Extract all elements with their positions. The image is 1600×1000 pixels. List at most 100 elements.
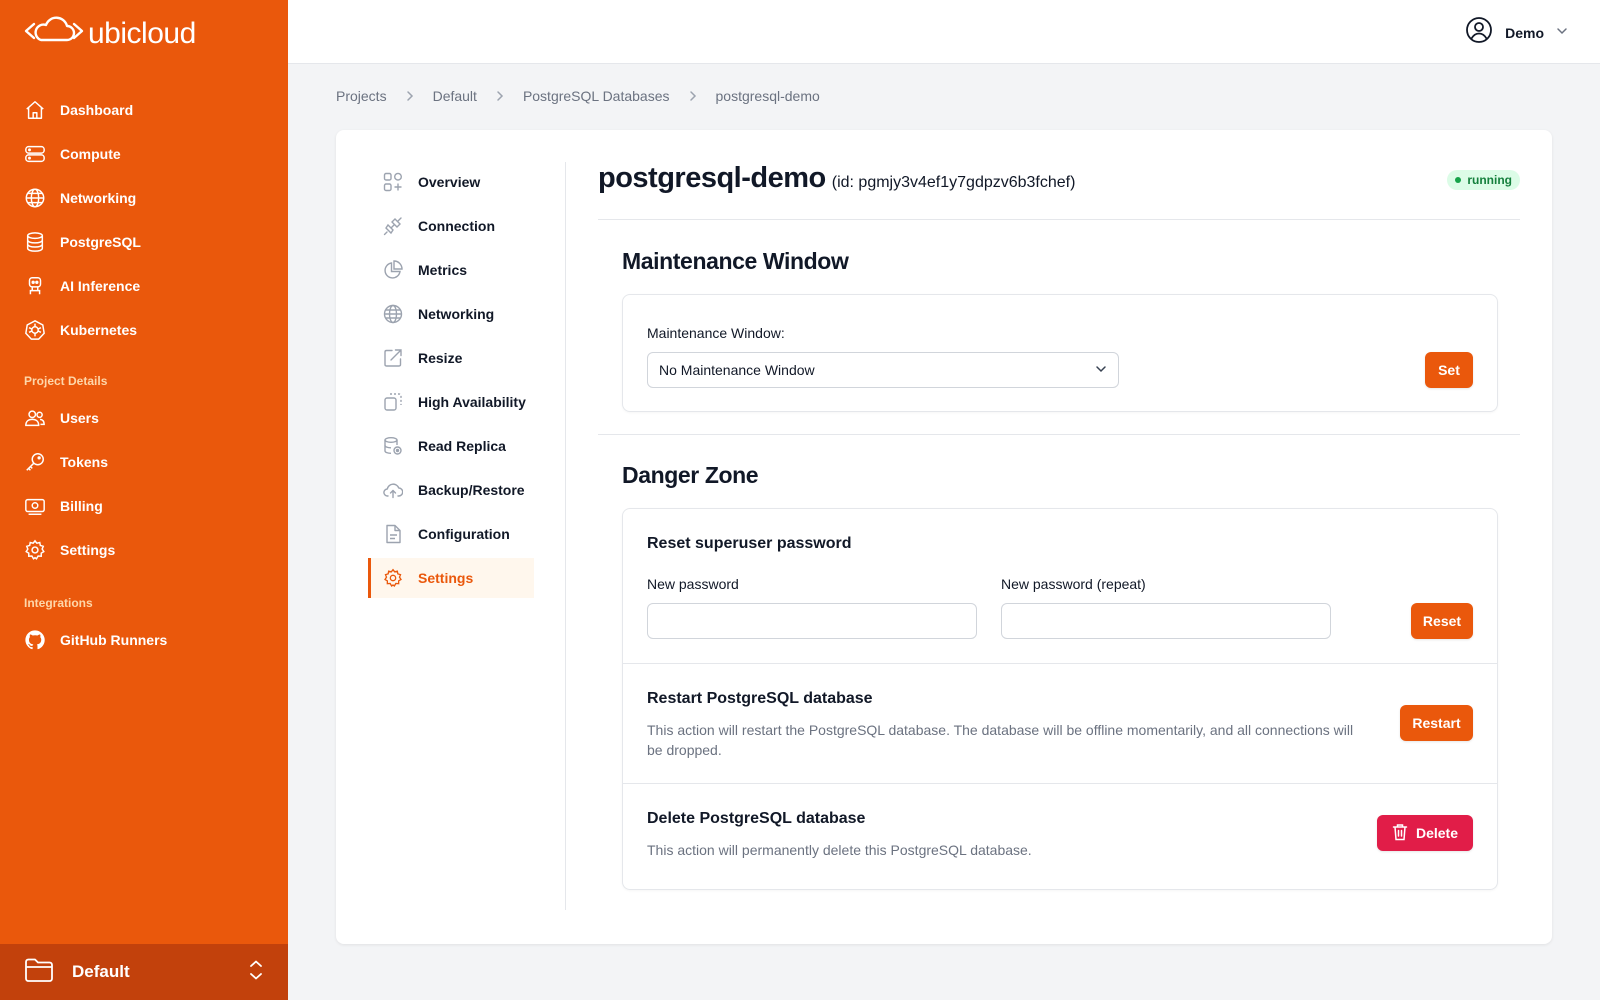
subnav-item-label: High Availability: [418, 394, 526, 410]
sidebar-item-label: AI Inference: [60, 278, 141, 294]
subnav-item-configuration[interactable]: Configuration: [368, 514, 534, 554]
resource-id: (id: pgmjy3v4ef1y7gdpzv6b3fchef): [831, 174, 1076, 191]
resize-icon: [382, 347, 404, 369]
chevron-down-icon: [1095, 362, 1107, 378]
maintenance-window-select[interactable]: No Maintenance Window: [647, 352, 1119, 388]
cloud-logo-icon: [24, 16, 84, 51]
user-avatar-icon: [1465, 16, 1493, 49]
read-replica-icon: [382, 435, 404, 457]
server-icon: [24, 143, 46, 165]
sidebar-item-github-runners[interactable]: GitHub Runners: [24, 618, 264, 662]
subnav-item-metrics[interactable]: Metrics: [368, 250, 534, 290]
maintenance-window-label: Maintenance Window:: [647, 325, 785, 341]
subnav-item-networking[interactable]: Networking: [368, 294, 534, 334]
restart-row: Restart PostgreSQL database This action …: [623, 664, 1497, 784]
breadcrumb-default[interactable]: Default: [433, 88, 477, 104]
subnav-item-label: Networking: [418, 306, 495, 322]
chevron-right-icon: [495, 90, 505, 102]
subnav-item-label: Read Replica: [418, 438, 506, 454]
resource-subnav: Overview Connection Metrics Networking R…: [368, 162, 566, 910]
sidebar-item-label: Kubernetes: [60, 322, 138, 338]
breadcrumb-postgresql-databases[interactable]: PostgreSQL Databases: [523, 88, 670, 104]
billing-icon: [24, 495, 46, 517]
chevron-up-down-icon: [248, 959, 264, 986]
pie-chart-icon: [382, 259, 404, 281]
gear-icon: [24, 539, 46, 561]
status-text: running: [1467, 173, 1512, 187]
gear-icon: [382, 567, 404, 589]
sidebar-item-label: Billing: [60, 498, 103, 514]
kubernetes-icon: [24, 319, 46, 341]
sidebar-item-tokens[interactable]: Tokens: [24, 440, 264, 484]
sidebar: ubicloud Dashboard Compute Networking Po…: [0, 0, 288, 1000]
subnav-item-backup-restore[interactable]: Backup/Restore: [368, 470, 534, 510]
subnav-item-resize[interactable]: Resize: [368, 338, 534, 378]
subnav-item-high-availability[interactable]: High Availability: [368, 382, 534, 422]
new-password-label: New password: [647, 576, 739, 592]
sidebar-item-billing[interactable]: Billing: [24, 484, 264, 528]
status-dot-icon: [1455, 177, 1462, 183]
sidebar-item-ai-inference[interactable]: AI Inference: [24, 264, 264, 308]
maintenance-window-selected: No Maintenance Window: [659, 362, 815, 378]
home-icon: [24, 99, 46, 121]
maintenance-window-heading: Maintenance Window: [622, 248, 849, 274]
restart-button[interactable]: Restart: [1400, 705, 1473, 741]
document-icon: [382, 523, 404, 545]
set-button[interactable]: Set: [1425, 352, 1473, 388]
sidebar-item-dashboard[interactable]: Dashboard: [24, 88, 264, 132]
integrations-heading: Integrations: [24, 596, 93, 610]
globe-icon: [24, 187, 46, 209]
sidebar-item-networking[interactable]: Networking: [24, 176, 264, 220]
user-name: Demo: [1505, 24, 1544, 41]
chevron-down-icon: [1556, 24, 1568, 42]
new-password-input[interactable]: [647, 603, 977, 639]
project-switcher[interactable]: Default: [0, 944, 288, 1000]
section-divider: [598, 434, 1520, 435]
sidebar-nav: Dashboard Compute Networking PostgreSQL …: [24, 88, 264, 662]
subnav-item-label: Resize: [418, 350, 463, 366]
sidebar-item-label: Networking: [60, 190, 137, 206]
subnav-item-label: Configuration: [418, 526, 510, 542]
breadcrumb-projects[interactable]: Projects: [336, 88, 387, 104]
trash-icon: [1392, 823, 1408, 844]
sidebar-item-label: Tokens: [60, 454, 108, 470]
high-availability-icon: [382, 391, 404, 413]
overview-icon: [382, 171, 404, 193]
user-menu[interactable]: Demo: [1465, 16, 1568, 49]
status-badge: running: [1447, 170, 1520, 190]
sidebar-item-compute[interactable]: Compute: [24, 132, 264, 176]
settings-content: postgresql-demo (id: pgmjy3v4ef1y7gdpzv6…: [598, 162, 1520, 890]
sidebar-item-users[interactable]: Users: [24, 396, 264, 440]
subnav-item-label: Backup/Restore: [418, 482, 525, 498]
sidebar-item-kubernetes[interactable]: Kubernetes: [24, 308, 264, 352]
subnav-item-connection[interactable]: Connection: [368, 206, 534, 246]
sidebar-item-label: GitHub Runners: [60, 632, 168, 648]
subnav-item-label: Metrics: [418, 262, 468, 278]
delete-button[interactable]: Delete: [1377, 815, 1473, 851]
resource-card: Overview Connection Metrics Networking R…: [336, 130, 1552, 944]
delete-row: Delete PostgreSQL database This action w…: [623, 784, 1497, 889]
chevron-right-icon: [405, 90, 415, 102]
database-icon: [24, 231, 46, 253]
page-title: postgresql-demo: [598, 162, 826, 194]
sidebar-item-label: Users: [60, 410, 99, 426]
subnav-item-label: Connection: [418, 218, 495, 234]
sidebar-item-label: Dashboard: [60, 102, 134, 118]
subnav-item-settings[interactable]: Settings: [368, 558, 534, 598]
reset-button[interactable]: Reset: [1411, 603, 1473, 639]
subnav-item-label: Settings: [418, 570, 474, 586]
delete-description: This action will permanently delete this…: [647, 842, 1032, 858]
sidebar-item-postgresql[interactable]: PostgreSQL: [24, 220, 264, 264]
sidebar-item-label: Settings: [60, 542, 116, 558]
repeat-password-input[interactable]: [1001, 603, 1331, 639]
breadcrumb-current[interactable]: postgresql-demo: [716, 88, 820, 104]
danger-zone-heading: Danger Zone: [622, 462, 759, 488]
sidebar-item-settings[interactable]: Settings: [24, 528, 264, 572]
subnav-item-read-replica[interactable]: Read Replica: [368, 426, 534, 466]
logo[interactable]: ubicloud: [24, 16, 196, 51]
brand-name: ubicloud: [88, 16, 196, 50]
subnav-item-overview[interactable]: Overview: [368, 162, 534, 202]
folder-icon: [24, 957, 54, 988]
topbar: Demo: [288, 0, 1600, 64]
danger-zone-panel: Reset superuser password New password Ne…: [622, 508, 1498, 890]
